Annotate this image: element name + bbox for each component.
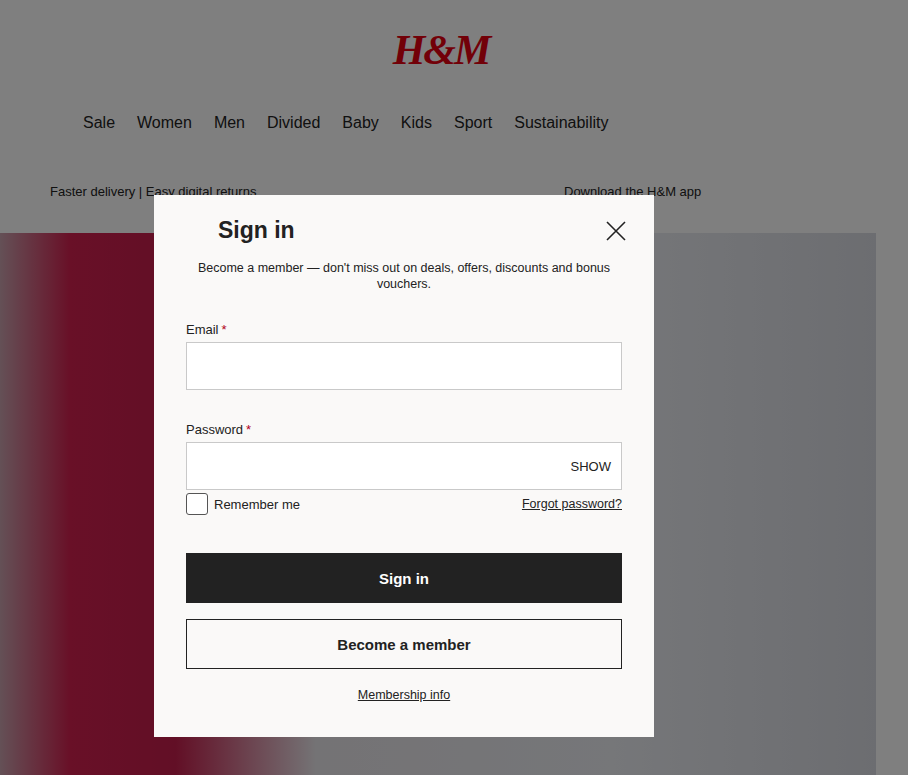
modal-header: Sign in [186, 217, 622, 244]
remember-me[interactable]: Remember me [186, 493, 300, 515]
membership-info: Membership info [186, 685, 622, 703]
modal-subtitle: Become a member — don't miss out on deal… [186, 260, 622, 292]
modal-title: Sign in [218, 217, 295, 244]
required-mark: * [222, 322, 227, 337]
show-password-toggle[interactable]: SHOW [571, 459, 611, 474]
remember-checkbox[interactable] [186, 493, 208, 515]
password-input[interactable] [197, 457, 571, 475]
membership-info-link[interactable]: Membership info [358, 688, 450, 702]
sign-in-button[interactable]: Sign in [186, 553, 622, 603]
field-label: Password* [186, 422, 622, 437]
remember-row: Remember me Forgot password? [186, 493, 622, 515]
field-label: Email* [186, 322, 622, 337]
become-member-button[interactable]: Become a member [186, 619, 622, 669]
label-text: Password [186, 422, 243, 437]
email-field: Email* [186, 322, 622, 390]
required-mark: * [246, 422, 251, 437]
email-input[interactable] [197, 357, 611, 375]
label-text: Email [186, 322, 219, 337]
remember-label: Remember me [214, 497, 300, 512]
input-box: SHOW [186, 442, 622, 490]
forgot-password-link[interactable]: Forgot password? [522, 497, 622, 511]
input-box [186, 342, 622, 390]
close-icon[interactable] [604, 219, 628, 243]
password-field: Password* SHOW [186, 422, 622, 490]
sign-in-modal: Sign in Become a member — don't miss out … [154, 195, 654, 737]
